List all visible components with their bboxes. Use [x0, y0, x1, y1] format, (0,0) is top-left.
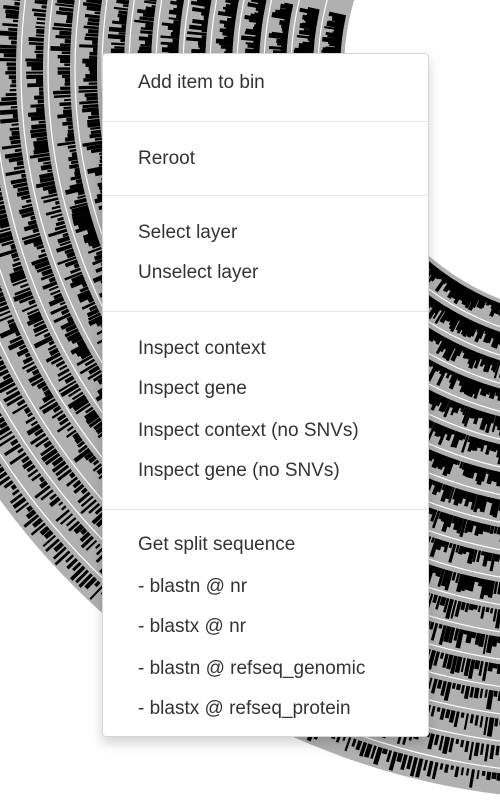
menu-item-inspect-gene-no-snvs[interactable]: Inspect gene (no SNVs) — [138, 457, 418, 485]
menu-item-get-split-sequence[interactable]: Get split sequence — [138, 531, 418, 559]
menu-divider — [103, 311, 428, 312]
menu-item-reroot[interactable]: Reroot — [138, 145, 418, 173]
menu-item-inspect-context-no-snvs[interactable]: Inspect context (no SNVs) — [138, 417, 418, 445]
context-menu: Add item to bin Reroot Select layer Unse… — [102, 53, 429, 737]
menu-item-blastn-nr[interactable]: - blastn @ nr — [138, 573, 418, 601]
menu-item-inspect-context[interactable]: Inspect context — [138, 335, 418, 363]
menu-item-blastx-refseq-protein[interactable]: - blastx @ refseq_protein — [138, 695, 418, 723]
menu-item-select-layer[interactable]: Select layer — [138, 219, 418, 247]
menu-item-unselect-layer[interactable]: Unselect layer — [138, 259, 418, 287]
menu-item-blastn-refseq-genomic[interactable]: - blastn @ refseq_genomic — [138, 655, 418, 683]
menu-divider — [103, 121, 428, 122]
menu-item-blastx-nr[interactable]: - blastx @ nr — [138, 613, 418, 641]
menu-item-add-item-to-bin[interactable]: Add item to bin — [138, 69, 418, 97]
menu-item-inspect-gene[interactable]: Inspect gene — [138, 375, 418, 403]
menu-divider — [103, 509, 428, 510]
menu-divider — [103, 195, 428, 196]
